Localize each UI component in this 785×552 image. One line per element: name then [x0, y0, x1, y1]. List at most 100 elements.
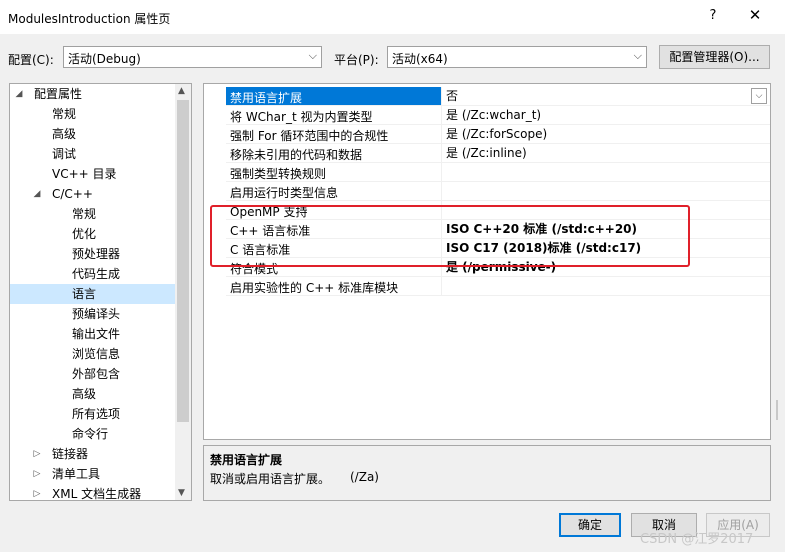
tree-item[interactable]: ▷ XML 文档生成器 [10, 484, 176, 501]
property-value[interactable] [441, 182, 769, 200]
property-value[interactable]: 否 ⌵ [441, 87, 769, 105]
tree-item-label: 语言 [72, 287, 97, 301]
property-row[interactable]: 禁用语言扩展 否 ⌵ [204, 87, 770, 106]
tree-item-label: 高级 [72, 387, 97, 401]
splitter-grip[interactable] [776, 400, 778, 420]
property-value[interactable]: 是 (/Zc:inline) [441, 144, 769, 162]
property-value-text: 是 (/Zc:inline) [446, 146, 527, 160]
tree-item[interactable]: 浏览信息 [10, 344, 176, 364]
description-text: 取消或启用语言扩展。 [210, 472, 331, 486]
tree-item-label: 命令行 [72, 427, 109, 441]
close-button[interactable]: ✕ [744, 6, 766, 28]
property-tree[interactable]: ◢ 配置属性 常规 高级 调试 VC++ 目录 ◢ C/C++ 常规 优化 预处理器 代码生成 语言 预编… [9, 83, 192, 501]
row-gutter [204, 125, 226, 144]
property-name: 符合模式 [230, 262, 279, 276]
config-label: 配置(C): [8, 53, 54, 67]
tree-item[interactable]: VC++ 目录 [10, 164, 176, 184]
property-grid[interactable]: 禁用语言扩展否 ⌵ 将 WChar_t 视为内置类型是 (/Zc:wchar_t) 强… [203, 83, 771, 440]
property-row[interactable]: C++ 语言标准 ISO C++20 标准 (/std:c++20) [204, 220, 770, 239]
property-value-text: 是 (/Zc:forScope) [446, 127, 548, 141]
tree-item[interactable]: 语言 [10, 284, 176, 304]
chevron-down-icon: ⌵ [308, 49, 317, 62]
window-title: ModulesIntroduction 属性页 [8, 12, 171, 26]
property-value[interactable]: 是 (/permissive-) [441, 258, 769, 276]
property-value[interactable]: 是 (/Zc:wchar_t) [441, 106, 769, 124]
property-value[interactable]: ISO C17 (2018)标准 (/std:c17) [441, 239, 769, 257]
tree-item[interactable]: 高级 [10, 384, 176, 404]
scroll-down-icon[interactable]: ▼ [178, 488, 185, 498]
property-value[interactable] [441, 277, 769, 295]
tree-item[interactable]: 外部包含 [10, 364, 176, 384]
tree-item[interactable]: ▷ 链接器 [10, 444, 176, 464]
scroll-thumb[interactable] [177, 100, 189, 422]
title-bar: ModulesIntroduction 属性页 ? ✕ [0, 0, 785, 34]
property-name: 启用运行时类型信息 [230, 186, 339, 200]
property-row[interactable]: 符合模式 是 (/permissive-) [204, 258, 770, 277]
property-row[interactable]: 启用实验性的 C++ 标准库模块 [204, 277, 770, 296]
tree-item[interactable]: ▷ 清单工具 [10, 464, 176, 484]
platform-select[interactable]: 活动(x64) ⌵ [387, 46, 647, 68]
property-value[interactable]: 是 (/Zc:forScope) [441, 125, 769, 143]
property-row[interactable]: OpenMP 支持 [204, 201, 770, 220]
platform-label: 平台(P): [334, 53, 379, 67]
expand-arrow-icon[interactable]: ▷ [32, 464, 42, 484]
expand-arrow-icon[interactable]: ▷ [32, 444, 42, 464]
tree-item[interactable]: ◢ C/C++ [10, 184, 176, 204]
tree-item-label: XML 文档生成器 [52, 487, 142, 501]
tree-item[interactable]: 调试 [10, 144, 176, 164]
ok-button[interactable]: 确定 [559, 513, 621, 537]
property-row[interactable]: 强制 For 循环范围中的合规性 是 (/Zc:forScope) [204, 125, 770, 144]
tree-item-label: 链接器 [52, 447, 89, 461]
row-gutter [204, 182, 226, 201]
tree-item[interactable]: 高级 [10, 124, 176, 144]
tree-item-label: 清单工具 [52, 467, 101, 481]
row-gutter [204, 201, 226, 220]
row-gutter [204, 239, 226, 258]
tree-item[interactable]: 优化 [10, 224, 176, 244]
description-title: 禁用语言扩展 [210, 453, 283, 467]
tree-item[interactable]: 命令行 [10, 424, 176, 444]
property-name: 移除未引用的代码和数据 [230, 148, 363, 162]
collapse-arrow-icon[interactable]: ◢ [14, 84, 24, 104]
property-row[interactable]: C 语言标准 ISO C17 (2018)标准 (/std:c17) [204, 239, 770, 258]
tree-item-label: 浏览信息 [72, 347, 121, 361]
property-value-text: ISO C++20 标准 (/std:c++20) [446, 222, 637, 236]
tree-item-label: 代码生成 [72, 267, 121, 281]
configuration-manager-button[interactable]: 配置管理器(O)... [659, 45, 770, 69]
tree-item[interactable]: 预处理器 [10, 244, 176, 264]
tree-item[interactable]: 代码生成 [10, 264, 176, 284]
config-select[interactable]: 活动(Debug) ⌵ [63, 46, 322, 68]
dropdown-arrow-icon[interactable]: ⌵ [751, 88, 767, 104]
tree-item-label: 配置属性 [34, 87, 83, 101]
tree-item-label: 输出文件 [72, 327, 121, 341]
property-value[interactable] [441, 201, 769, 219]
tree-item-label: 常规 [72, 207, 97, 221]
property-row[interactable]: 移除未引用的代码和数据 是 (/Zc:inline) [204, 144, 770, 163]
expand-arrow-icon[interactable]: ▷ [32, 484, 42, 500]
tree-item[interactable]: 输出文件 [10, 324, 176, 344]
property-row[interactable]: 强制类型转换规则 [204, 163, 770, 182]
property-value[interactable]: ISO C++20 标准 (/std:c++20) [441, 220, 769, 238]
tree-item[interactable]: 所有选项 [10, 404, 176, 424]
collapse-arrow-icon[interactable]: ◢ [32, 184, 42, 204]
tree-item-label: C/C++ [52, 187, 93, 201]
tree-scrollbar[interactable]: ▲ ▼ [175, 84, 191, 500]
tree-item-label: 外部包含 [72, 367, 121, 381]
tree-item[interactable]: 常规 [10, 204, 176, 224]
help-button[interactable]: ? [704, 8, 722, 26]
platform-select-value: 活动(x64) [392, 52, 448, 66]
property-value[interactable] [441, 163, 769, 181]
tree-item[interactable]: 常规 [10, 104, 176, 124]
row-gutter [204, 277, 226, 296]
property-name: 将 WChar_t 视为内置类型 [230, 110, 373, 124]
property-row[interactable]: 将 WChar_t 视为内置类型 是 (/Zc:wchar_t) [204, 106, 770, 125]
property-value-text: 是 (/permissive-) [446, 260, 557, 274]
scroll-up-icon[interactable]: ▲ [178, 86, 185, 96]
property-row[interactable]: 启用运行时类型信息 [204, 182, 770, 201]
row-gutter [204, 258, 226, 277]
tree-item-label: 高级 [52, 127, 77, 141]
tree-item-label: 调试 [52, 147, 77, 161]
tree-item[interactable]: 预编译头 [10, 304, 176, 324]
property-name: 禁用语言扩展 [230, 91, 303, 105]
tree-item[interactable]: ◢ 配置属性 [10, 84, 176, 104]
